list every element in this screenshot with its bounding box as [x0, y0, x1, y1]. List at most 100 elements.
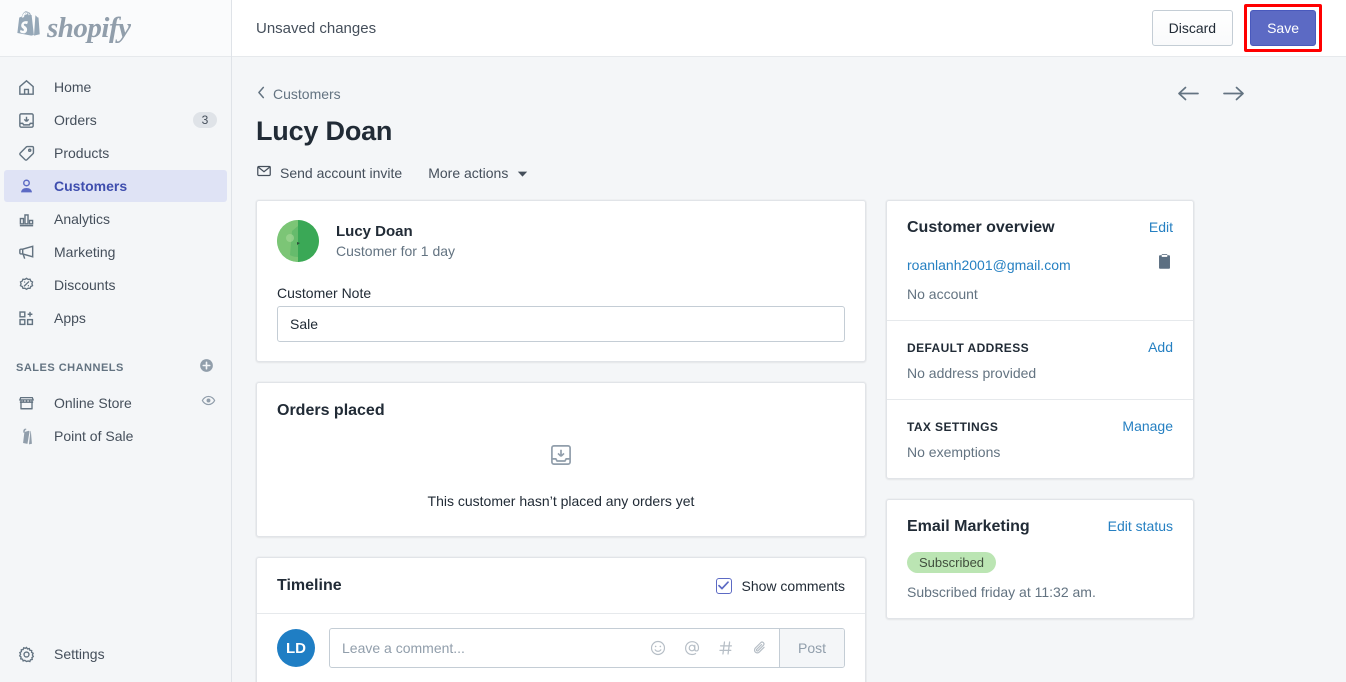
post-comment-button[interactable]: Post: [778, 629, 844, 667]
address-value: No address provided: [907, 365, 1037, 381]
customer-note-label: Customer Note: [277, 285, 372, 301]
send-account-invite-button[interactable]: Send account invite: [256, 163, 402, 182]
main-area: Unsaved changes Discard Save Customers L…: [232, 0, 1346, 682]
show-comments-checkbox[interactable]: [715, 577, 732, 595]
sidebar-item-online-store[interactable]: Online Store: [4, 387, 227, 419]
gear-icon: [16, 644, 36, 664]
sidebar-item-label: Online Store: [54, 395, 132, 411]
orders-inbox-icon: [548, 445, 574, 472]
sidebar-item-label: Home: [54, 79, 92, 95]
page-title: Lucy Doan: [256, 116, 393, 146]
page-actions: Send account invite More actions: [256, 163, 1256, 182]
shopify-bag-icon: [14, 10, 40, 46]
customer-name: Lucy Doan: [336, 223, 413, 240]
customer-summary-card: Lucy Doan Customer for 1 day Customer No…: [256, 200, 866, 362]
show-comments-toggle[interactable]: Show comments: [715, 577, 845, 595]
default-address-title: DEFAULT ADDRESS: [907, 341, 1030, 355]
bar-chart-icon: [16, 209, 36, 229]
sidebar-item-label: Analytics: [54, 211, 111, 227]
sidebar-item-label: Marketing: [54, 244, 116, 260]
person-icon: [16, 176, 36, 196]
arrow-right-icon[interactable]: [1222, 85, 1246, 102]
sidebar-item-label: Discounts: [54, 277, 116, 293]
send-invite-label: Send account invite: [280, 164, 403, 181]
address-add-link[interactable]: Add: [1148, 339, 1173, 355]
page-columns: Lucy Doan Customer for 1 day Customer No…: [256, 200, 1322, 682]
sales-channels-header: SALES CHANNELS: [0, 335, 231, 387]
unsaved-changes-bar: Unsaved changes Discard Save: [232, 0, 1346, 57]
storefront-icon: [16, 393, 36, 413]
hashtag-icon[interactable]: [717, 639, 735, 657]
email-marketing-card: Email Marketing Edit status Subscribed S…: [886, 499, 1194, 619]
sidebar-item-home[interactable]: Home: [4, 71, 227, 103]
comment-input[interactable]: Leave a comment...: [342, 640, 649, 656]
sidebar-item-label: Settings: [54, 646, 105, 662]
main-column: Lucy Doan Customer for 1 day Customer No…: [256, 200, 866, 682]
envelope-icon: [256, 163, 272, 182]
account-status: No account: [907, 286, 978, 302]
eye-icon[interactable]: [200, 392, 217, 414]
customer-overview-card: Customer overview Edit roanlanh2001@gmai…: [886, 200, 1194, 479]
sidebar-item-marketing[interactable]: Marketing: [4, 236, 227, 268]
sidebar-item-customers[interactable]: Customers: [4, 170, 227, 202]
timeline-title: Timeline: [277, 577, 342, 594]
customer-avatar-green: [277, 220, 319, 262]
tax-settings-section: TAX SETTINGS Manage No exemptions: [887, 399, 1193, 478]
orders-placed-card: Orders placed This customer hasn’t place…: [256, 382, 866, 537]
sidebar-item-discounts[interactable]: Discounts: [4, 269, 227, 301]
discard-button[interactable]: Discard: [1151, 10, 1234, 46]
orders-count-badge: 3: [193, 112, 217, 128]
plus-circle-icon[interactable]: [198, 357, 215, 379]
emoji-smile-icon[interactable]: [649, 639, 667, 657]
clipboard-copy-icon[interactable]: [1156, 253, 1173, 276]
tax-settings-title: TAX SETTINGS: [907, 420, 999, 434]
logo-bar[interactable]: shopify: [0, 0, 231, 57]
status-badge: Subscribed: [907, 552, 997, 573]
more-actions-label: More actions: [428, 164, 509, 181]
orders-inbox-icon: [16, 110, 36, 130]
customer-tenure: Customer for 1 day: [336, 243, 456, 259]
arrow-left-icon[interactable]: [1176, 85, 1200, 102]
timeline-card: Timeline Show comments LD Leave a commen…: [256, 557, 866, 682]
page-content: Customers Lucy Doan Send account invite …: [232, 57, 1346, 682]
subscribed-text: Subscribed friday at 11:32 am.: [907, 584, 1096, 600]
orders-placed-title: Orders placed: [277, 402, 385, 419]
pos-bag-icon: [16, 426, 36, 446]
shopify-admin-app: shopify Home Orders 3 Products Customers…: [0, 0, 1346, 682]
at-mention-icon[interactable]: [683, 639, 701, 657]
breadcrumb-label: Customers: [273, 85, 341, 102]
sidebar-item-analytics[interactable]: Analytics: [4, 203, 227, 235]
save-button[interactable]: Save: [1250, 10, 1316, 46]
default-address-section: DEFAULT ADDRESS Add No address provided: [887, 320, 1193, 399]
sidebar-item-label: Customers: [54, 178, 128, 194]
tax-manage-link[interactable]: Manage: [1122, 418, 1173, 434]
caret-down-icon: [517, 165, 528, 181]
sidebar-item-apps[interactable]: Apps: [4, 302, 227, 334]
logo-text: shopify: [47, 11, 131, 44]
tag-icon: [16, 143, 36, 163]
edit-status-link[interactable]: Edit status: [1108, 518, 1173, 534]
unsaved-changes-message: Unsaved changes: [256, 19, 377, 37]
comment-composer: LD Leave a comment... Post: [257, 614, 865, 682]
overview-section: Customer overview Edit roanlanh2001@gmai…: [887, 201, 1193, 320]
customer-note-input[interactable]: [277, 306, 845, 342]
sales-channels-title: SALES CHANNELS: [16, 362, 124, 374]
more-actions-dropdown[interactable]: More actions: [428, 165, 528, 181]
discount-percent-icon: [16, 275, 36, 295]
sidebar-item-products[interactable]: Products: [4, 137, 227, 169]
customer-email-link[interactable]: roanlanh2001@gmail.com: [907, 257, 1071, 273]
sidebar-item-orders[interactable]: Orders 3: [4, 104, 227, 136]
record-pagination: [1176, 85, 1256, 102]
chevron-left-icon: [256, 86, 267, 102]
sidebar: shopify Home Orders 3 Products Customers…: [0, 0, 232, 682]
email-marketing-title: Email Marketing: [907, 518, 1030, 535]
check-icon: [718, 577, 729, 595]
overview-edit-link[interactable]: Edit: [1149, 219, 1173, 235]
sidebar-item-settings[interactable]: Settings: [4, 638, 227, 670]
breadcrumb[interactable]: Customers: [256, 86, 341, 102]
sidebar-item-label: Point of Sale: [54, 428, 134, 444]
side-column: Customer overview Edit roanlanh2001@gmai…: [886, 200, 1194, 682]
paperclip-icon[interactable]: [751, 639, 769, 657]
email-marketing-section: Email Marketing Edit status Subscribed S…: [887, 500, 1193, 618]
sidebar-item-point-of-sale[interactable]: Point of Sale: [4, 420, 227, 452]
